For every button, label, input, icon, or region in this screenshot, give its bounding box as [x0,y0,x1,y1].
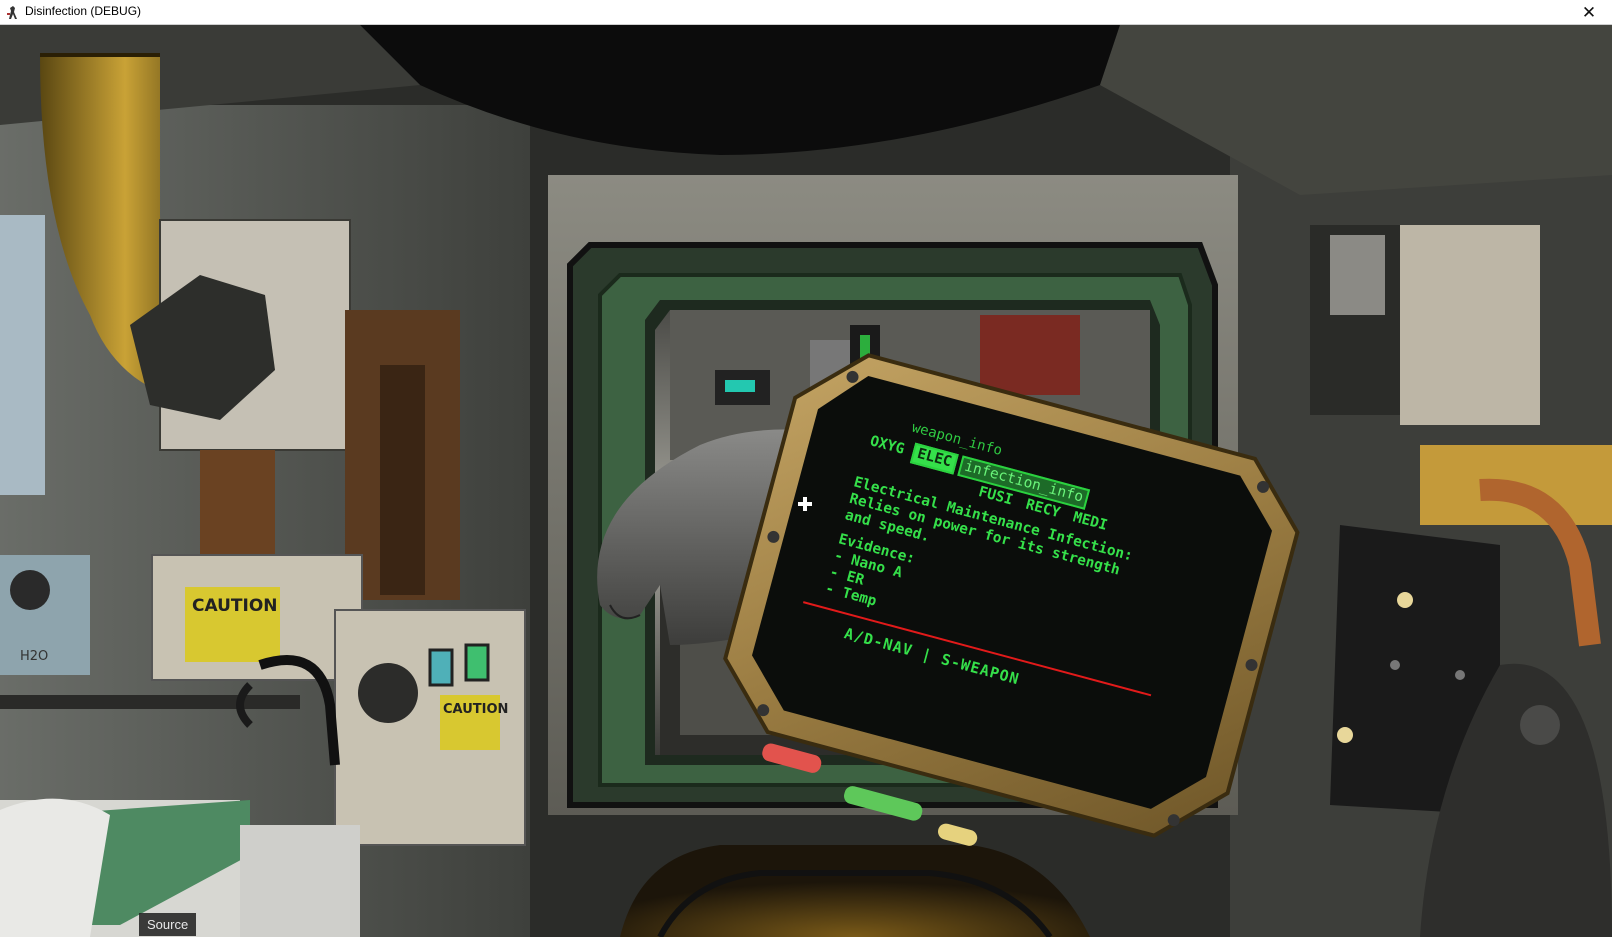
scene-render: CAUTION CAUTION H2O [0,25,1612,937]
crosshair-icon [798,497,812,511]
caution-sign-1: CAUTION [192,596,278,616]
close-button[interactable]: ✕ [1566,0,1612,25]
window-title-bar: Disinfection (DEBUG) ✕ [0,0,1612,25]
game-viewport[interactable]: CAUTION CAUTION H2O weapon_info OXYGELEC… [0,25,1612,937]
close-icon: ✕ [1581,2,1597,23]
source-label: Source [139,913,197,936]
h2o-label: H2O [20,649,48,664]
caution-sign-2: CAUTION [443,702,508,717]
window-title: Disinfection (DEBUG) [25,4,142,18]
game-app-icon [6,5,20,20]
